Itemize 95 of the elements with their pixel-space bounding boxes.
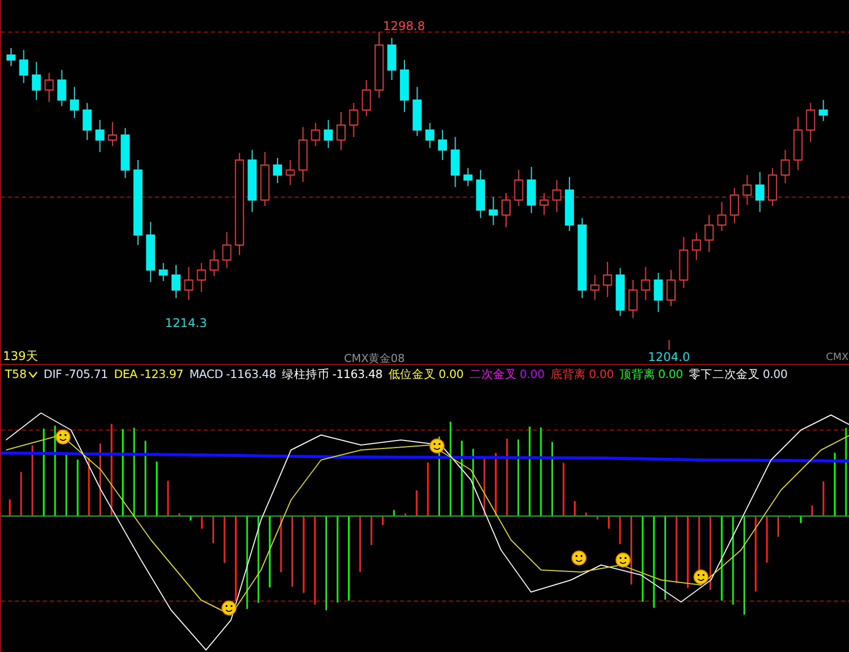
candlestick (158, 262, 168, 282)
indicator-value: 0.00 (762, 367, 788, 381)
indicator-value: 0.00 (438, 367, 464, 381)
indicator-value: -123.97 (140, 367, 184, 381)
smiley-icon (56, 430, 70, 444)
candlestick (324, 120, 333, 148)
indicator-value: 0.00 (658, 367, 683, 381)
candlestick (95, 120, 104, 152)
candlestick (628, 280, 638, 318)
indicator-label: 零下二次金叉 (688, 366, 760, 382)
low-price-label: 1214.3 (165, 316, 207, 330)
smiley-icon (572, 550, 586, 566)
indicator-label: 绿柱持币 (282, 366, 330, 382)
candlestick (755, 172, 764, 212)
candlestick (146, 222, 156, 282)
indicator-label: 顶背离 (620, 366, 656, 382)
candlestick (450, 136, 460, 188)
candlestick (412, 86, 422, 136)
candlestick (19, 50, 28, 84)
candlestick (374, 32, 384, 98)
candlestick (679, 236, 688, 288)
indicator-value: -705.71 (64, 367, 108, 381)
candlestick (616, 268, 625, 316)
candlestick (818, 100, 828, 122)
indicator-label: 低位金叉 (388, 366, 436, 382)
indicator-label: DEA (114, 367, 138, 381)
candlestick (260, 152, 270, 206)
candlestick (564, 176, 574, 232)
candlestick (438, 130, 448, 160)
indicator-value: -1163.48 (332, 367, 382, 381)
caret-icon (28, 370, 38, 378)
candlestick (806, 102, 816, 142)
candlestick (502, 192, 510, 228)
symbol-label: CMX (826, 352, 848, 363)
candlestick (463, 168, 472, 186)
indicator-value: 0.00 (588, 367, 614, 381)
candlestick (387, 38, 396, 80)
candlestick (32, 62, 41, 100)
candlestick (286, 160, 295, 186)
candlestick (425, 122, 434, 148)
candlestick (730, 188, 739, 224)
candlestick (641, 266, 650, 300)
candlestick (70, 86, 79, 118)
candlestick (704, 214, 714, 252)
smiley-icon (430, 438, 444, 454)
indicator-label: 底背离 (550, 366, 586, 382)
candlestick (108, 122, 118, 146)
candlestick (44, 72, 54, 102)
candlestick (654, 272, 663, 312)
indicator-label: DIF (44, 367, 62, 381)
indicator-label: MACD (189, 367, 224, 381)
candlestick (540, 192, 549, 216)
period-label: 139天 (3, 348, 38, 365)
candlestick (590, 274, 600, 300)
candlestick (742, 174, 752, 206)
candlestick (349, 102, 358, 138)
candlestick (768, 168, 778, 206)
smiley-icon (694, 570, 708, 584)
candlestick (514, 170, 524, 206)
candlestick (222, 232, 232, 268)
candlestick (793, 116, 802, 170)
candlestick (336, 112, 346, 150)
candlestick (273, 158, 282, 184)
candlestick (692, 232, 701, 260)
tick-mark (668, 340, 670, 350)
candlestick (717, 202, 726, 232)
indicator-label: 二次金叉 (469, 366, 517, 382)
candlestick (248, 150, 257, 212)
candlestick (57, 70, 66, 106)
candlestick (184, 266, 194, 300)
candlestick (82, 102, 92, 140)
candlestick (6, 48, 16, 66)
candlestick (298, 126, 308, 182)
candlestick (666, 270, 676, 306)
indicator-value: -1163.48 (226, 367, 276, 381)
symbol-label: CMX黄金08 (344, 351, 405, 366)
smiley-icon (222, 600, 236, 616)
candlestick (552, 180, 562, 212)
candlestick (311, 122, 320, 146)
candlestick (488, 196, 498, 226)
candlestick (362, 80, 371, 116)
candlestick (603, 262, 612, 298)
candlestick (400, 60, 409, 112)
candlestick (526, 166, 536, 214)
indicator-dropdown[interactable]: T58 (5, 367, 38, 381)
low-price-label: 1204.0 (648, 350, 690, 364)
candlestick (172, 264, 180, 298)
high-price-label: 1298.8 (383, 19, 425, 33)
candlestick (780, 150, 790, 184)
candlestick (196, 262, 206, 292)
candlestick (476, 170, 486, 218)
candlestick (210, 250, 219, 276)
smiley-icon (616, 552, 630, 568)
indicator-value: 0.00 (520, 367, 544, 381)
candlestick (120, 128, 130, 178)
